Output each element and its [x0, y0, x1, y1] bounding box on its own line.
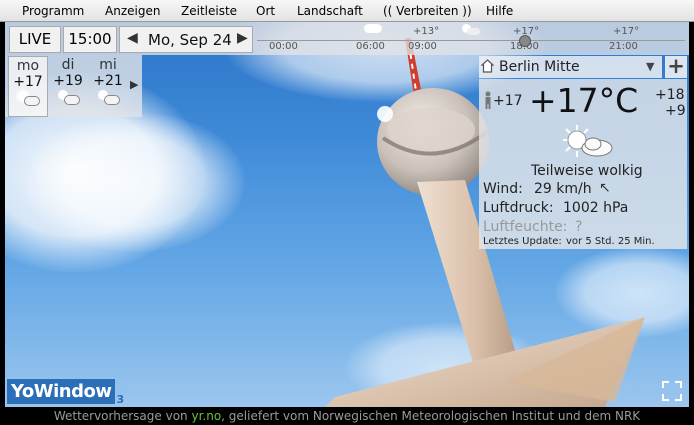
forecast-temp: +19: [53, 73, 83, 89]
date-label: Mo, Sep 24: [148, 31, 232, 49]
timeline-hour-5: 21:00: [609, 41, 638, 52]
wind-label: Wind:: [483, 181, 523, 197]
update-label: Letztes Update:: [483, 236, 562, 247]
location-dropdown-icon[interactable]: ▼: [646, 60, 654, 73]
pressure-label: Luftdruck:: [483, 200, 554, 216]
partly-cloudy-icon: [9, 90, 47, 106]
forecast-day-label: mo: [16, 58, 40, 74]
timeline-temp-1: +13°: [413, 26, 440, 37]
location-bar: Berlin Mitte ▼: [479, 56, 662, 78]
live-button[interactable]: LIVE: [9, 26, 61, 53]
current-weather-panel: +17 +17°C +18 +9 Teilweise wolkig Wind: …: [479, 79, 687, 249]
menu-hilfe[interactable]: Hilfe: [486, 4, 513, 18]
pressure-value: 1002 hPa: [563, 200, 629, 216]
menu-landschaft[interactable]: Landschaft: [297, 4, 363, 18]
partly-cloudy-icon: [49, 89, 87, 105]
menu-verbreiten[interactable]: (( Verbreiten )): [383, 4, 472, 18]
menu-zeitleiste[interactable]: Zeitleiste: [181, 4, 237, 18]
humidity-label: Luftfeuchte:: [483, 219, 568, 235]
partly-cloudy-icon: [89, 89, 127, 105]
timeline-hour-3: 09:00: [408, 41, 437, 52]
condition-text: Teilweise wolkig: [531, 163, 643, 179]
forecast-temp: +21: [93, 73, 123, 89]
home-icon[interactable]: [480, 58, 495, 73]
forecast-day-di[interactable]: di +19: [49, 56, 87, 115]
add-location-button[interactable]: +: [665, 56, 687, 78]
location-name[interactable]: Berlin Mitte: [499, 59, 580, 75]
timeline-hour-1: 00:00: [269, 41, 298, 52]
forecast-day-label: mi: [99, 57, 117, 73]
fullscreen-icon[interactable]: [661, 380, 683, 402]
menu-ort[interactable]: Ort: [256, 4, 275, 18]
feels-like-temp: +17: [493, 93, 523, 109]
update-value: vor 5 Std. 25 Min.: [566, 236, 655, 247]
next-day-arrow-icon[interactable]: ▶: [237, 30, 248, 46]
person-icon: [483, 91, 493, 113]
logo-text: YoWindow: [7, 379, 116, 404]
logo-version: 3: [116, 393, 125, 406]
footer-suffix: , geliefert vom Norwegischen Meteorologi…: [221, 409, 641, 423]
forecast-day-mi[interactable]: mi +21: [89, 56, 127, 115]
date-selector: ◀ Mo, Sep 24 ▶: [119, 26, 253, 53]
forecast-next-arrow-icon[interactable]: ▶: [130, 78, 138, 91]
timeline-hour-2: 06:00: [356, 41, 385, 52]
high-temp: +18: [655, 87, 685, 103]
menu-anzeigen[interactable]: Anzeigen: [105, 4, 160, 18]
timeline[interactable]: 00:00 06:00 09:00 18:00 21:00 +13° +17° …: [257, 24, 687, 54]
footer-link[interactable]: yr.no: [191, 409, 221, 423]
forecast-day-label: di: [61, 57, 75, 73]
partly-cloudy-icon: [559, 123, 615, 157]
menu-programm[interactable]: Programm: [22, 4, 84, 18]
weather-scene: LIVE 15:00 ◀ Mo, Sep 24 ▶ 00:00 06:00 09…: [5, 22, 689, 407]
forecast-temp: +17: [13, 74, 43, 90]
cloud-icon: [364, 24, 382, 33]
low-temp: +9: [665, 103, 686, 119]
yowindow-logo[interactable]: YoWindow 3: [7, 378, 125, 406]
timeline-temp-3: +17°: [613, 26, 640, 37]
current-temperature: +17°C: [529, 81, 639, 120]
prev-day-arrow-icon[interactable]: ◀: [127, 30, 138, 46]
wind-value: 29 km/h: [534, 181, 592, 197]
humidity-value: ?: [575, 219, 583, 235]
forecast-day-mo[interactable]: mo +17: [8, 56, 48, 117]
menu-bar: Programm Anzeigen Zeitleiste Ort Landsch…: [0, 0, 694, 22]
footer-prefix: Wettervorhersage von: [53, 409, 192, 423]
footer-credit: Wettervorhersage von yr.no, geliefert vo…: [0, 407, 694, 425]
timeline-slider-handle[interactable]: [519, 35, 531, 47]
wind-direction-icon: ↖: [599, 180, 611, 196]
time-display[interactable]: 15:00: [63, 26, 117, 53]
partly-cloudy-icon: [462, 24, 480, 36]
